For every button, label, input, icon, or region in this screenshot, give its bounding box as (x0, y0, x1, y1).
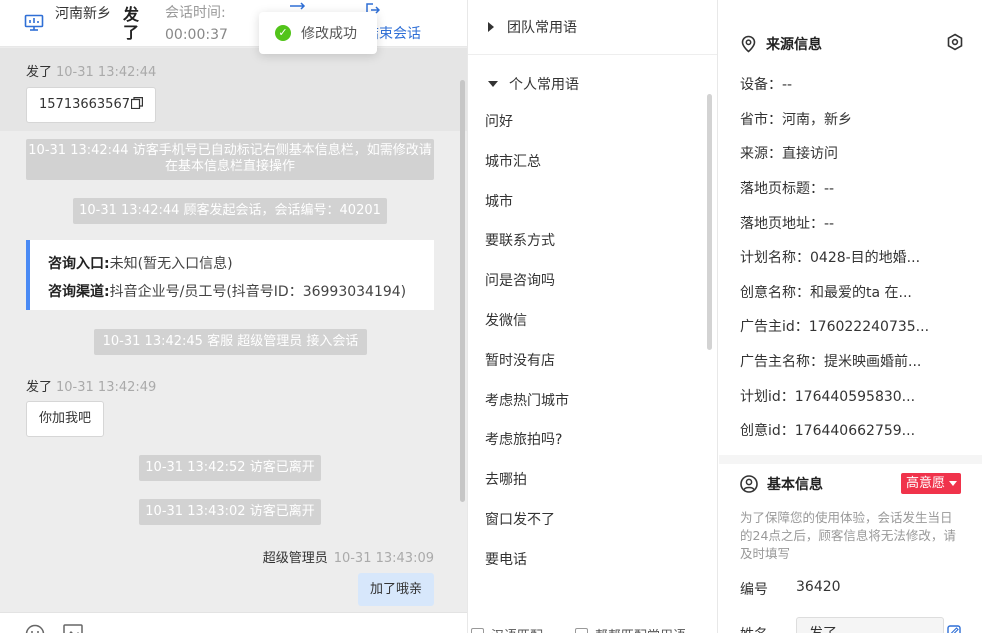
source-info-header: 来源信息 (740, 34, 822, 54)
message-sender: 发了 (26, 380, 53, 395)
phrase-item[interactable]: 去哪拍 (485, 469, 569, 509)
phrase-item[interactable]: 考虑热门城市 (485, 390, 569, 430)
system-message: 10-31 13:43:02 访客已离开 (139, 499, 321, 525)
group-team-phrases[interactable]: 团队常用语 (488, 17, 577, 37)
phrase-item[interactable]: 暂时没有店 (485, 350, 569, 390)
id-value: 36420 (796, 579, 841, 595)
edit-icon[interactable] (947, 625, 961, 633)
phrase-item[interactable]: 窗口发不了 (485, 509, 569, 549)
session-time-label: 会话时间: (165, 5, 226, 21)
caret-right-icon (488, 22, 494, 32)
option-label: 帮帮匹配常用语 (595, 625, 686, 633)
agent-message-time: 10-31 13:43:09 (333, 551, 434, 566)
intent-tag-label: 高意愿 (906, 476, 946, 491)
info-row-advertiser-id: 广告主id：176022240735... (740, 319, 930, 335)
entry-info-card: 咨询入口:未知(暂无入口信息) 咨询渠道:抖音企业号/员工号(抖音号ID：369… (26, 240, 434, 310)
session-time-value: 00:00:37 (165, 27, 228, 43)
agent-message-bubble[interactable]: 加了哦亲 (357, 573, 434, 606)
agent-message-meta: 超级管理员 10-31 13:43:09 (263, 547, 434, 566)
user-circle-icon (740, 475, 758, 493)
phrase-item[interactable]: 要电话 (485, 549, 569, 589)
channel-line: 咨询渠道:抖音企业号/员工号(抖音号ID：36993034194) (48, 278, 434, 306)
message-text: 15713663567 (39, 97, 130, 112)
check-circle-icon: ✓ (275, 25, 291, 41)
caret-down-icon (949, 481, 958, 486)
entry-line: 咨询入口:未知(暂无入口信息) (48, 250, 434, 278)
visitor-name: 发了 (123, 5, 140, 42)
copy-icon[interactable] (130, 97, 143, 109)
info-panel: 来源信息 设备：-- 省市：河南，新乡 来源：直接访问 落地页标题：-- 落地页… (719, 0, 982, 633)
message-time: 10-31 13:42:49 (56, 380, 157, 395)
entry-label: 咨询入口: (48, 256, 110, 272)
section-title: 来源信息 (766, 37, 822, 53)
info-row-landing-url: 落地页地址：-- (740, 216, 835, 232)
phrase-item[interactable]: 城市汇总 (485, 151, 569, 191)
phrase-list: 问好 城市汇总 城市 要联系方式 问是咨询吗 发微信 暂时没有店 考虑热门城市 … (485, 111, 569, 589)
section-title: 基本信息 (767, 477, 823, 493)
info-row-creative-id: 创意id：176440662759... (740, 423, 916, 439)
toast-text: 修改成功 (301, 26, 357, 42)
message-bubble[interactable]: 15713663567 (26, 87, 156, 123)
system-message: 10-31 13:42:44 访客手机号已自动标记右侧基本信息栏，如需修改请在基… (26, 139, 434, 180)
phrase-item[interactable]: 要联系方式 (485, 230, 569, 270)
info-row-plan-name: 计划名称：0428-目的地婚... (740, 250, 921, 266)
message-meta: 发了 10-31 13:42:49 (26, 376, 156, 395)
visitor-location: 河南新乡 (55, 6, 111, 22)
group-label: 团队常用语 (507, 20, 577, 36)
channel-value: 抖音企业号/员工号(抖音号ID：36993034194) (109, 284, 407, 300)
info-row-device: 设备：-- (740, 77, 793, 93)
success-toast: ✓ 修改成功 (259, 12, 377, 54)
group-label: 个人常用语 (509, 77, 579, 93)
phrases-panel: 团队常用语 个人常用语 问好 城市汇总 城市 要联系方式 问是咨询吗 发微信 暂… (467, 0, 718, 633)
edit-notice: 为了保障您的使用体验，会话发生当日的24点之后，顾客信息将无法修改，请及时填写 (740, 510, 956, 561)
chat-toolbar (0, 612, 467, 633)
phrase-item[interactable]: 问好 (485, 111, 569, 151)
chat-header: 河南新乡 发了 会话时间: 00:00:37 结束会话 (0, 0, 467, 47)
phrase-item[interactable]: 问是咨询吗 (485, 270, 569, 310)
monitor-icon (24, 14, 44, 31)
entry-value: 未知(暂无入口信息) (109, 256, 233, 272)
location-pin-icon (741, 35, 756, 53)
info-row-advertiser-name: 广告主名称：提米映画婚前... (740, 354, 922, 370)
option-checkbox[interactable] (575, 628, 588, 633)
chat-panel: 河南新乡 发了 会话时间: 00:00:37 结束会话 ✓ 修改成功 发了 10-… (0, 0, 467, 633)
section-divider (719, 455, 982, 464)
channel-label: 咨询渠道: (48, 284, 110, 300)
info-row-creative-name: 创意名称：和最爱的ta 在... (740, 285, 912, 301)
phrases-scrollbar[interactable] (707, 94, 712, 350)
divider (468, 54, 717, 55)
phrase-item[interactable]: 考虑旅拍吗? (485, 429, 569, 469)
message-bubble[interactable]: 你加我吧 (26, 401, 105, 437)
id-label: 编号 (740, 582, 768, 598)
message-sender: 发了 (26, 65, 53, 80)
agent-sender: 超级管理员 (262, 551, 328, 566)
basic-info-header: 基本信息 (740, 474, 823, 494)
chat-scrollbar[interactable] (460, 80, 465, 502)
intent-dropdown[interactable]: 高意愿 (901, 473, 962, 494)
image-icon[interactable] (63, 624, 83, 633)
system-message: 10-31 13:42:44 顾客发起会话，会话编号：40201 (73, 198, 387, 224)
emoji-icon[interactable] (25, 624, 45, 633)
message-meta: 发了 10-31 13:42:44 (26, 61, 156, 80)
info-row-plan-id: 计划id：176440595830... (740, 389, 916, 405)
info-row-source: 来源：直接访问 (740, 146, 838, 162)
group-personal-phrases[interactable]: 个人常用语 (488, 74, 579, 94)
phrase-item[interactable]: 城市 (485, 191, 569, 231)
name-input[interactable]: 发了 (796, 617, 944, 633)
system-message: 10-31 13:42:45 客服 超级管理员 接入会话 (94, 329, 367, 355)
option-checkbox[interactable] (471, 628, 484, 633)
info-row-region: 省市：河南，新乡 (740, 112, 852, 128)
settings-icon[interactable] (946, 33, 964, 51)
message-text: 你加我吧 (39, 411, 92, 426)
system-message: 10-31 13:42:52 访客已离开 (139, 455, 321, 481)
name-label: 姓名 (740, 624, 768, 633)
option-label: 汉语匹配 (491, 625, 543, 633)
info-row-landing-title: 落地页标题：-- (740, 181, 835, 197)
caret-down-icon (488, 81, 498, 87)
phrase-item[interactable]: 发微信 (485, 310, 569, 350)
message-time: 10-31 13:42:44 (56, 65, 157, 80)
agent-message-text: 加了哦亲 (369, 582, 422, 597)
